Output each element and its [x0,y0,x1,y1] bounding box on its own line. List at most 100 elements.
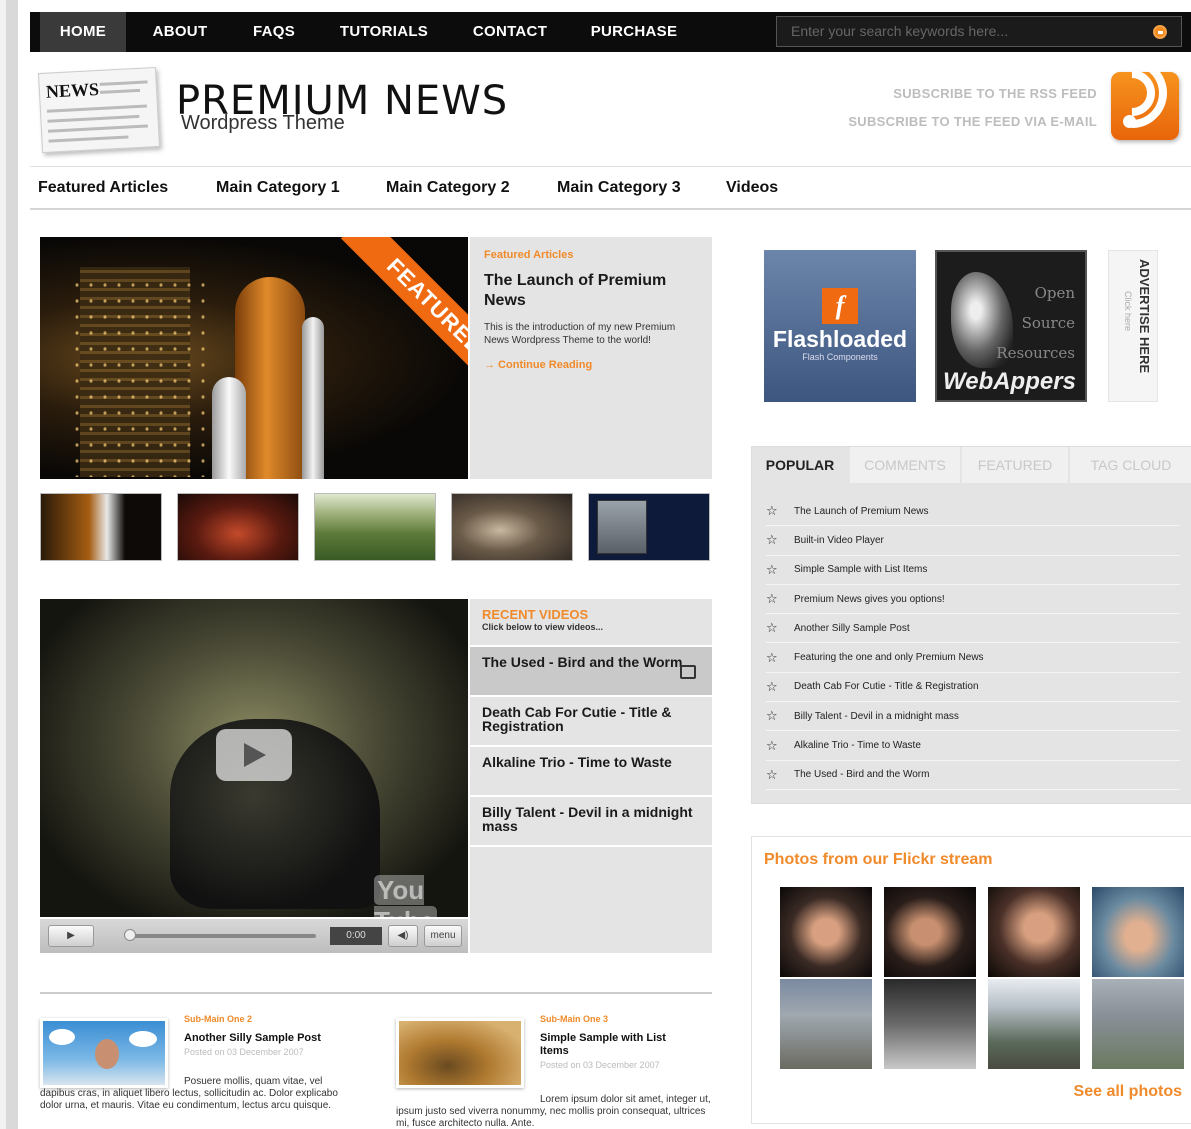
list-item[interactable]: ☆ Billy Talent - Devil in a midnight mass [766,702,1180,732]
featured-title[interactable]: The Launch of Premium News [484,271,698,311]
video-list-item[interactable]: Death Cab For Cutie - Title & Registrati… [470,697,712,747]
star-icon: ☆ [766,561,778,577]
page: HOME ABOUT FAQS TUTORIALS CONTACT PURCHA… [6,0,1191,1129]
flickr-photo[interactable] [988,979,1080,1069]
tabs-widget: POPULAR COMMENTS FEATURED TAG CLOUD ☆ The… [751,446,1191,804]
star-icon: ☆ [766,591,778,607]
featured-thumbnail[interactable] [314,493,436,561]
flickr-photo[interactable] [1092,979,1184,1069]
video-controls: ▶ 0:00 ◀) menu [40,919,468,953]
post-category[interactable]: Sub-Main One 2 [184,1014,252,1024]
featured-image[interactable]: FEATURED [40,237,468,479]
featured-thumbnail[interactable] [40,493,162,561]
post-excerpt: Lorem ipsum dolor sit amet, integer ut, … [396,1094,711,1129]
flash-logo-icon: f [822,288,858,324]
newspaper-logo-icon[interactable]: NEWS [37,66,161,154]
tab-featured[interactable]: FEATURED [962,447,1068,483]
star-icon: ☆ [766,532,778,548]
featured-thumbnail[interactable] [177,493,299,561]
tab-popular[interactable]: POPULAR [752,447,848,483]
search-input[interactable]: Enter your search keywords here... [776,16,1182,47]
featured-banner: FEATURED [340,237,468,402]
recent-videos-heading: RECENT VIDEOS [482,607,589,622]
featured-article-panel: Featured Articles The Launch of Premium … [470,237,712,479]
top-navigation: HOME ABOUT FAQS TUTORIALS CONTACT PURCHA… [30,12,1191,52]
featured-category[interactable]: Featured Articles [484,249,698,261]
play-button[interactable]: ▶ [48,925,94,947]
divider [40,992,712,994]
play-overlay-icon[interactable] [216,729,292,781]
video-menu-button[interactable]: menu [424,925,462,947]
search-button[interactable] [1153,25,1167,39]
post-title[interactable]: Simple Sample with List Items [540,1032,690,1058]
flashloaded-ad[interactable]: f Flashloaded Flash Components [764,250,916,402]
popular-list: ☆ The Launch of Premium News ☆ Built-in Vi… [766,497,1180,790]
nav-purchase[interactable]: PURCHASE [578,12,690,52]
recent-videos-list: RECENT VIDEOS Click below to view videos… [470,599,712,953]
post-date: Posted on 03 December 2007 [540,1060,660,1070]
cat-featured-articles[interactable]: Featured Articles [38,167,168,209]
video-list-item[interactable]: The Used - Bird and the Worm [470,647,712,697]
list-item[interactable]: ☆ Simple Sample with List Items [766,556,1180,585]
flashloaded-name: Flashloaded [772,326,908,352]
list-item[interactable]: ☆ Alkaline Trio - Time to Waste [766,731,1180,761]
star-icon: ☆ [766,678,778,694]
list-item[interactable]: ☆ The Used - Bird and the Worm [766,761,1180,790]
video-progress-track[interactable] [128,934,316,938]
nav-tutorials[interactable]: TUTORIALS [326,12,442,52]
star-icon: ☆ [766,708,778,724]
cat-main-1[interactable]: Main Category 1 [216,167,340,209]
site-subtitle: Wordpress Theme [181,112,345,134]
category-navigation: Featured Articles Main Category 1 Main C… [30,166,1191,210]
star-icon: ☆ [766,737,778,753]
star-icon: ☆ [766,503,778,519]
nav-about[interactable]: ABOUT [138,12,222,52]
list-item[interactable]: ☆ Another Silly Sample Post [766,614,1180,644]
video-list-item[interactable]: Billy Talent - Devil in a midnight mass [470,797,712,847]
star-icon: ☆ [766,766,778,782]
flickr-widget: Photos from our Flickr stream See all ph… [751,836,1191,1124]
list-item[interactable]: ☆ The Launch of Premium News [766,497,1180,527]
rss-feed-link[interactable]: SUBSCRIBE TO THE RSS FEED [893,86,1097,101]
post-excerpt: Posuere mollis, quam vitae, vel dapibus … [40,1076,338,1111]
logo-text: NEWS [45,78,100,102]
flickr-photo[interactable] [780,979,872,1069]
list-item[interactable]: ☆ Featuring the one and only Premium News [766,643,1180,673]
email-feed-link[interactable]: SUBSCRIBE TO THE FEED VIA E-MAIL [848,114,1097,129]
post-category[interactable]: Sub-Main One 3 [540,1014,608,1024]
cat-main-2[interactable]: Main Category 2 [386,167,510,209]
advertise-here-ad[interactable]: ADVERTISE HERE Click here [1108,250,1158,402]
cat-videos[interactable]: Videos [726,167,778,209]
volume-icon[interactable]: ◀) [388,925,418,947]
star-icon: ☆ [766,649,778,665]
video-progress-knob[interactable] [124,929,136,941]
webappers-ad[interactable]: Open Source Resources WebAppers [935,250,1087,402]
continue-reading-link[interactable]: → Continue Reading [484,359,698,371]
featured-thumbnail[interactable] [588,493,710,561]
flickr-photo[interactable] [988,887,1080,977]
featured-excerpt: This is the introduction of my new Premi… [484,322,676,346]
list-item[interactable]: ☆ Death Cab For Cutie - Title & Registrat… [766,673,1180,703]
nav-faqs[interactable]: FAQS [238,12,310,52]
rss-icon[interactable] [1082,43,1182,143]
tab-comments[interactable]: COMMENTS [850,447,960,483]
webappers-name: WebAppers [943,368,1076,395]
post-thumbnail[interactable] [396,1018,524,1088]
tab-tag-cloud[interactable]: TAG CLOUD [1070,447,1191,483]
nav-home[interactable]: HOME [40,12,126,52]
video-list-item[interactable]: Alkaline Trio - Time to Waste [470,747,712,797]
see-all-photos-link[interactable]: See all photos [1074,1083,1182,1101]
post-date: Posted on 03 December 2007 [184,1047,304,1057]
flickr-photo[interactable] [884,979,976,1069]
flickr-photo[interactable] [884,887,976,977]
flickr-photo[interactable] [780,887,872,977]
flickr-photo[interactable] [1092,887,1184,977]
list-item[interactable]: ☆ Premium News gives you options! [766,585,1180,615]
list-item[interactable]: ☆ Built-in Video Player [766,526,1180,556]
cat-main-3[interactable]: Main Category 3 [557,167,681,209]
post-title[interactable]: Another Silly Sample Post [184,1032,354,1045]
featured-thumbnail[interactable] [451,493,573,561]
star-icon: ☆ [766,620,778,636]
nav-contact[interactable]: CONTACT [458,12,562,52]
video-player[interactable]: You Tube [40,599,468,917]
